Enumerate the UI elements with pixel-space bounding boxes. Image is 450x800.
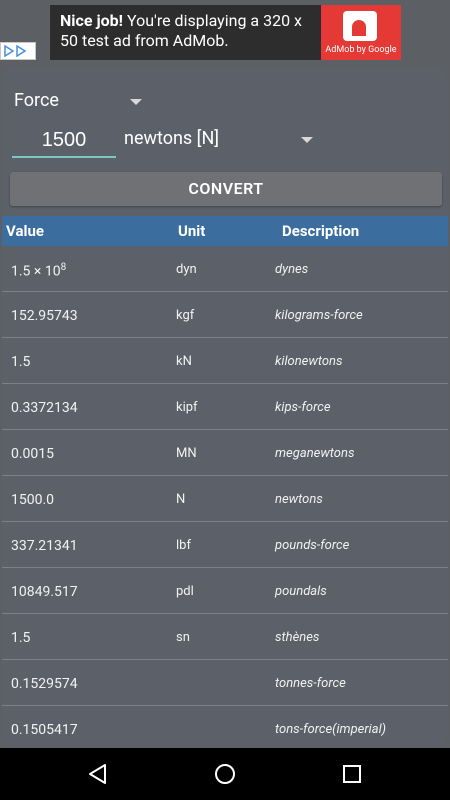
table-row[interactable]: 0.3372134 kipf kips-force <box>2 384 448 430</box>
row-description: tons-force(imperial) <box>275 722 387 737</box>
row-value: 0.3372134 <box>11 400 78 416</box>
table-row[interactable]: 1500.0 N newtons <box>2 476 448 522</box>
admob-logo-icon <box>343 11 377 41</box>
row-value: 0.1529574 <box>11 676 78 692</box>
row-description: kilonewtons <box>275 354 343 369</box>
table-row[interactable]: 152.95743 kgf kilograms-force <box>2 292 448 338</box>
row-description: dynes <box>275 262 309 277</box>
navigation-bar <box>0 748 450 800</box>
row-unit: N <box>176 492 186 507</box>
row-description: kips-force <box>275 400 331 415</box>
header-value: Value <box>6 222 44 240</box>
table-row[interactable]: 1.5 sn sthènes <box>2 614 448 660</box>
home-icon[interactable] <box>213 762 237 786</box>
row-unit: kgf <box>176 308 195 323</box>
row-unit: kN <box>176 354 192 369</box>
row-value: 1.5 <box>11 354 31 370</box>
table-row[interactable]: 1.5 × 108 dyn dynes <box>2 246 448 292</box>
test-ad-banner[interactable]: Nice job! You're displaying a 320 x 50 t… <box>50 5 401 60</box>
row-value: 1.5 <box>11 630 31 646</box>
row-unit: pdl <box>176 584 194 599</box>
row-value: 1500.0 <box>11 492 55 508</box>
row-description: kilograms-force <box>275 308 363 323</box>
row-description: newtons <box>275 492 323 507</box>
results-table: 1.5 × 108 dyn dynes 152.95743 kgf kilogr… <box>2 246 448 746</box>
back-icon[interactable] <box>86 762 110 786</box>
unit-label: newtons [N] <box>124 128 220 149</box>
row-value: 337.21341 <box>11 538 78 554</box>
admob-logo: AdMob by Google <box>321 5 401 60</box>
table-row[interactable]: 0.0015 MN meganewtons <box>2 430 448 476</box>
header-unit: Unit <box>178 222 206 240</box>
row-description: poundals <box>275 584 327 599</box>
row-value: 152.95743 <box>11 308 78 324</box>
row-unit: MN <box>176 446 197 461</box>
table-row[interactable]: 0.1505417 tons-force(imperial) <box>2 706 448 746</box>
row-value: 10849.517 <box>11 584 78 600</box>
row-description: tonnes-force <box>275 676 346 691</box>
row-description: meganewtons <box>275 446 355 461</box>
table-row[interactable]: 10849.517 pdl poundals <box>2 568 448 614</box>
row-unit: kipf <box>176 400 198 415</box>
ad-text: Nice job! You're displaying a 320 x 50 t… <box>60 11 320 51</box>
row-unit: dyn <box>176 262 197 277</box>
ad-headline: Nice job! <box>60 11 123 30</box>
results-table-header: Value Unit Description <box>2 216 448 246</box>
recents-icon[interactable] <box>340 762 364 786</box>
unit-dropdown[interactable]: newtons [N] <box>124 128 314 152</box>
value-input[interactable] <box>12 124 116 158</box>
ad-bar: Nice job! You're displaying a 320 x 50 t… <box>0 0 450 66</box>
row-value: 0.0015 <box>11 446 55 462</box>
row-description: pounds-force <box>275 538 350 553</box>
row-unit: lbf <box>176 538 191 553</box>
category-dropdown[interactable]: Force <box>14 90 144 114</box>
row-value: 1.5 × 108 <box>11 262 67 280</box>
converter-card: Force newtons [N] CONVERT Value Unit Des… <box>2 68 448 746</box>
row-value: 0.1505417 <box>11 722 78 738</box>
ad-brand: AdMob by Google <box>325 45 397 55</box>
table-row[interactable]: 0.1529574 tonnes-force <box>2 660 448 706</box>
adchoices-icon[interactable] <box>0 42 36 60</box>
chevron-down-icon <box>130 99 142 105</box>
row-unit: sn <box>176 630 190 645</box>
category-label: Force <box>14 90 59 111</box>
chevron-down-icon <box>301 137 313 143</box>
table-row[interactable]: 337.21341 lbf pounds-force <box>2 522 448 568</box>
convert-button[interactable]: CONVERT <box>10 172 442 206</box>
header-description: Description <box>282 222 360 240</box>
table-row[interactable]: 1.5 kN kilonewtons <box>2 338 448 384</box>
row-description: sthènes <box>275 630 320 645</box>
